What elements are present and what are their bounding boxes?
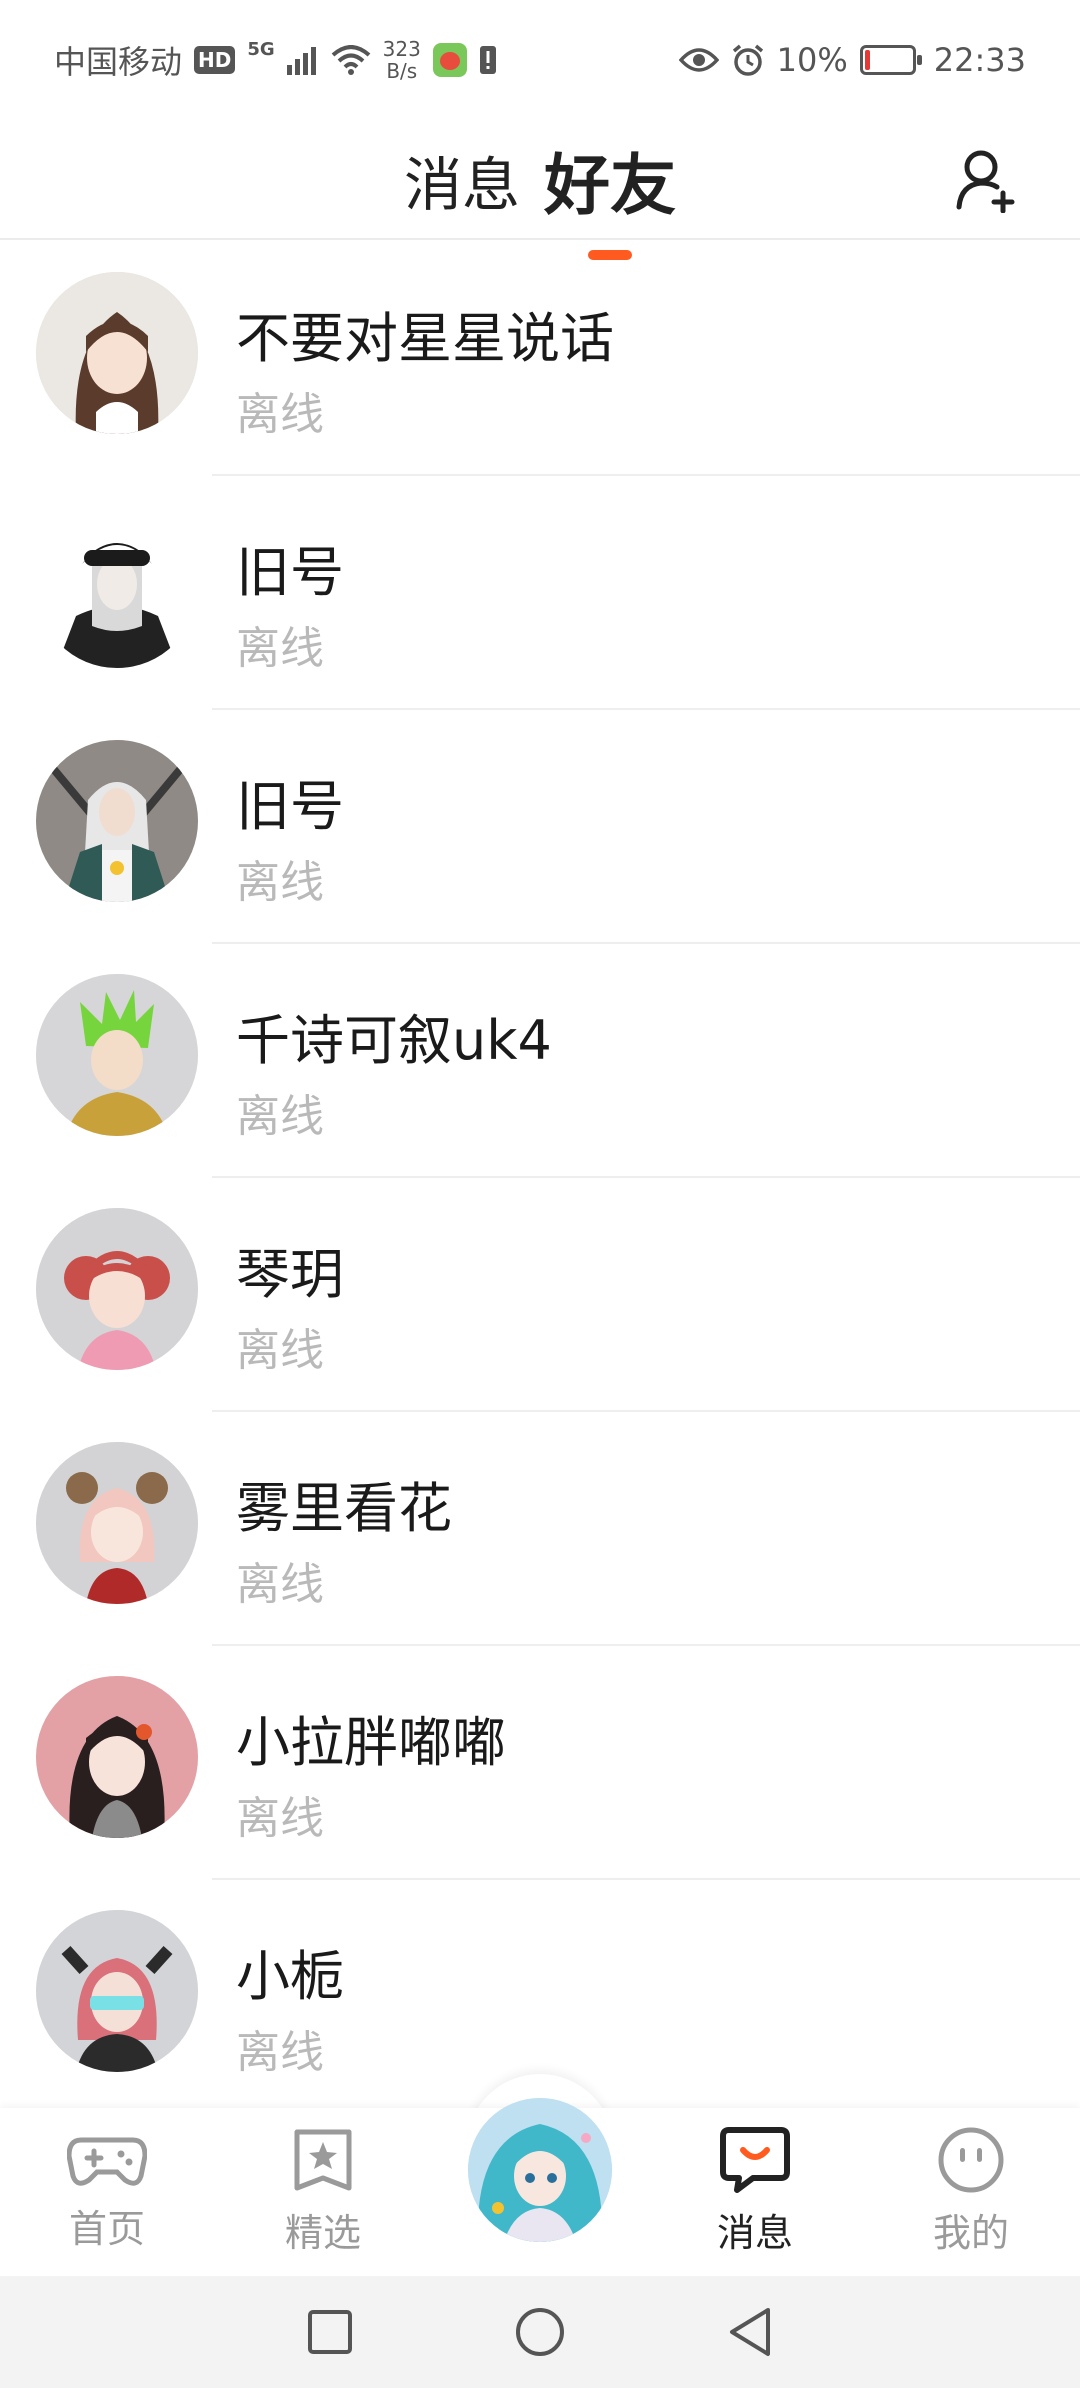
avatar[interactable] [36,506,198,668]
avatar-image [36,974,198,1136]
battery-icon [859,45,922,75]
cell-signal-icon [286,47,316,75]
avatar[interactable] [36,1910,198,2072]
screen: 中国移动 HD 5G 323 B/s 10% 22:33 消息 好友 不要对星星… [0,0,1080,2388]
wifi-icon [331,45,370,75]
square-icon [308,2310,352,2354]
home-button[interactable] [512,2304,568,2360]
friend-row[interactable]: 旧号 离线 [0,476,1080,710]
friend-status: 离线 [236,389,324,440]
status-bar: 中国移动 HD 5G 323 B/s 10% 22:33 [0,0,1080,120]
friend-name: 琴玥 [236,1243,344,1306]
friend-status: 离线 [236,1793,324,1844]
friend-row[interactable]: 雾里看花 离线 [0,1412,1080,1646]
friend-status: 离线 [236,1325,324,1376]
star-card-icon [294,2129,352,2191]
friend-status: 离线 [236,1559,324,1610]
eye-icon [678,48,719,72]
avatar-image [36,1442,198,1604]
friend-name: 小拉胖嘟嘟 [236,1711,506,1774]
friend-name: 雾里看花 [236,1477,452,1540]
friend-row[interactable]: 千诗可叙uk4 离线 [0,944,1080,1178]
net-speed-unit: B/s [386,59,418,83]
alert-icon [479,46,496,74]
top-header: 消息 好友 [0,120,1080,240]
hd-badge: HD [194,46,236,74]
signal-type: 5G [247,39,275,60]
nav-messages[interactable]: 消息 [680,2126,830,2276]
friend-status: 离线 [236,857,324,908]
friend-status: 离线 [236,1091,324,1142]
friend-row[interactable]: 琴玥 离线 [0,1178,1080,1412]
avatar-image [36,272,198,434]
nav-featured[interactable]: 精选 [248,2126,398,2276]
friend-row[interactable]: 小拉胖嘟嘟 离线 [0,1646,1080,1880]
avatar-image [36,506,198,668]
avatar-image [36,1910,198,2072]
avatar[interactable] [36,1442,198,1604]
avatar[interactable] [36,272,198,434]
avatar-image [36,1208,198,1370]
add-user-icon [956,150,1015,213]
avatar[interactable] [36,974,198,1136]
battery-level [864,50,870,70]
center-avatar-image [468,2098,612,2242]
net-speed-value: 323 [382,37,421,61]
system-nav-bar [0,2276,1080,2388]
app-notification-icon [432,43,467,77]
tab-messages[interactable]: 消息 [404,138,520,222]
friend-status: 离线 [236,623,324,674]
nav-mine[interactable]: 我的 [896,2126,1046,2276]
friend-name: 旧号 [236,775,344,838]
smiley-icon [938,2127,1004,2193]
top-tabs: 消息 好友 [0,120,1080,240]
center-avatar-button[interactable] [468,2098,612,2242]
triangle-back-icon [730,2308,770,2356]
friend-row[interactable]: 不要对星星说话 离线 [0,242,1080,476]
net-speed: 323 B/s [383,38,421,82]
friend-name: 旧号 [236,541,344,604]
nav-home-label: 首页 [68,2207,145,2251]
friend-row[interactable]: 旧号 离线 [0,710,1080,944]
avatar-image [36,740,198,902]
friend-name: 千诗可叙uk4 [236,1009,552,1072]
avatar-image [36,1676,198,1838]
nav-featured-label: 精选 [284,2211,361,2255]
nav-mine-label: 我的 [932,2211,1009,2255]
clock: 22:33 [933,41,1026,79]
status-right: 10% 22:33 [678,41,1026,79]
tab-friends[interactable]: 好友 [544,132,676,228]
friend-status: 离线 [236,2027,324,2078]
avatar[interactable] [36,740,198,902]
recent-apps-button[interactable] [302,2304,358,2360]
back-button[interactable] [722,2304,778,2360]
friend-name: 小栀 [236,1945,344,2008]
status-left: 中国移动 HD 5G 323 B/s [54,37,497,83]
friend-name: 不要对星星说话 [236,307,614,370]
circle-icon [516,2308,564,2356]
gamepad-icon [67,2137,147,2186]
friend-list: 不要对星星说话 离线 旧号 离线 旧号 离线 千诗可叙uk4 离线 琴玥 离线 … [0,242,1080,2114]
battery-percent: 10% [776,41,848,79]
nav-home[interactable]: 首页 [32,2126,182,2276]
carrier-label: 中国移动 [54,43,183,81]
alarm-icon [732,44,763,76]
nav-messages-label: 消息 [717,2202,793,2257]
add-friend-button[interactable] [936,128,1040,232]
message-bubble-icon [720,2127,790,2193]
avatar[interactable] [36,1676,198,1838]
avatar[interactable] [36,1208,198,1370]
